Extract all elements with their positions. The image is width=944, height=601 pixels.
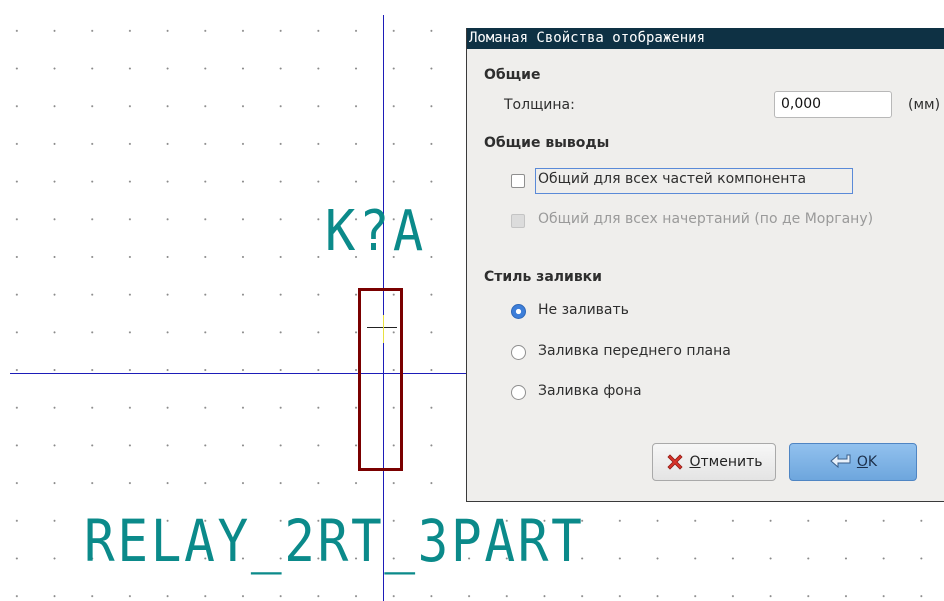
fill-background-radio[interactable] [511, 385, 526, 400]
cancel-button-label: Отменить [689, 454, 763, 470]
shared-all-units-label[interactable]: Общий для всех частей компонента [538, 171, 806, 187]
crosshair-cursor-horizontal [367, 327, 397, 328]
fill-style-section-title: Стиль заливки [484, 269, 602, 285]
component-body-rectangle[interactable] [358, 288, 403, 471]
crosshair-cursor-vertical [383, 315, 384, 343]
shared-all-convert-label: Общий для всех начертаний (по де Моргану… [538, 211, 874, 227]
fill-background-label[interactable]: Заливка фона [538, 383, 642, 399]
fill-none-radio[interactable] [511, 304, 526, 319]
fill-foreground-label[interactable]: Заливка переднего плана [538, 343, 731, 359]
thickness-input[interactable]: 0,000 [774, 91, 892, 118]
thickness-unit-label: (мм) [908, 97, 941, 113]
ok-button[interactable]: OK [789, 443, 917, 481]
enter-arrow-icon [830, 453, 851, 469]
shared-all-units-checkbox[interactable] [511, 174, 525, 188]
shared-pins-section-title: Общие выводы [484, 135, 610, 151]
shared-all-convert-checkbox[interactable] [511, 214, 525, 228]
cancel-button[interactable]: Отменить [652, 443, 776, 481]
properties-dialog: Ломаная Свойства отображения Общие Толщи… [466, 28, 944, 502]
fill-foreground-radio[interactable] [511, 345, 526, 360]
ok-button-label: OK [856, 454, 878, 470]
dialog-titlebar[interactable]: Ломаная Свойства отображения [467, 28, 944, 49]
component-value-label[interactable]: RELAY_2RT_3PART [84, 507, 585, 575]
general-section-title: Общие [484, 67, 541, 83]
component-reference-label[interactable]: K?A [325, 199, 427, 264]
thickness-label: Толщина: [504, 97, 575, 113]
cancel-x-icon [667, 454, 684, 470]
fill-none-label[interactable]: Не заливать [538, 302, 629, 318]
